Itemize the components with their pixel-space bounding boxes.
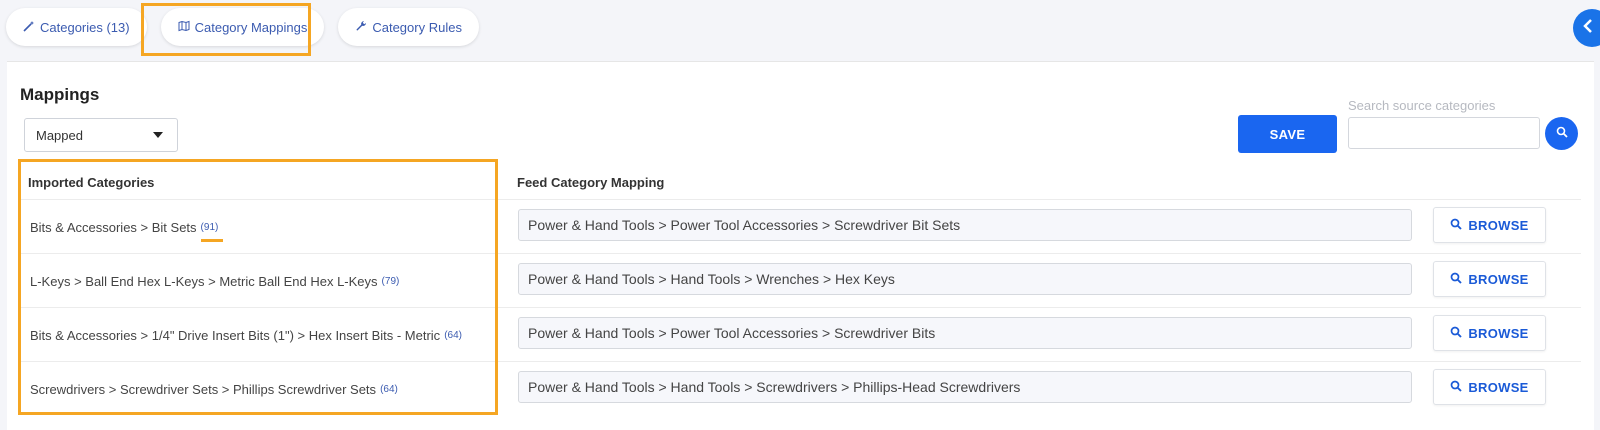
browse-label: BROWSE [1468,379,1529,395]
browse-button[interactable]: BROWSE [1433,315,1546,351]
browse-label: BROWSE [1468,325,1529,341]
mappings-panel: Mappings Mapped SAVE Search source categ… [7,61,1594,430]
browse-button[interactable]: BROWSE [1433,207,1546,243]
tab-category-rules[interactable]: Category Rules [338,8,479,46]
search-label: Search source categories [1348,98,1496,113]
feed-category-field[interactable]: Power & Hand Tools > Hand Tools > Wrench… [518,263,1412,295]
search-button[interactable] [1545,117,1578,150]
feed-category-field[interactable]: Power & Hand Tools > Hand Tools > Screwd… [518,371,1412,403]
browse-label: BROWSE [1468,217,1529,233]
search-icon [1450,272,1463,287]
feed-category-field[interactable]: Power & Hand Tools > Power Tool Accessor… [518,317,1412,349]
imported-categories-highlight-box [18,159,498,415]
page-title: Mappings [20,85,100,104]
feed-category-mapping-header: Feed Category Mapping [517,175,665,190]
browse-button[interactable]: BROWSE [1433,261,1546,297]
browse-button[interactable]: BROWSE [1433,369,1546,405]
browse-label: BROWSE [1468,271,1529,287]
wrench-icon [355,20,367,35]
magic-wand-icon [23,20,35,35]
chevron-left-icon [1583,18,1593,39]
search-icon [1450,218,1463,233]
collapse-button[interactable] [1573,9,1600,47]
search-icon [1450,380,1463,395]
feed-category-field[interactable]: Power & Hand Tools > Power Tool Accessor… [518,209,1412,241]
mapping-filter-value: Mapped [36,127,83,143]
caret-down-icon [153,132,163,138]
search-icon [1450,326,1463,341]
tab-categories-label: Categories (13) [40,19,130,35]
search-icon [1556,125,1568,143]
mapping-filter-select[interactable]: Mapped [24,118,178,152]
tab-highlight-box [141,3,311,56]
search-input[interactable] [1348,117,1540,149]
tab-category-rules-label: Category Rules [372,19,462,35]
tab-categories[interactable]: Categories (13) [6,8,147,46]
save-button[interactable]: SAVE [1238,115,1337,153]
